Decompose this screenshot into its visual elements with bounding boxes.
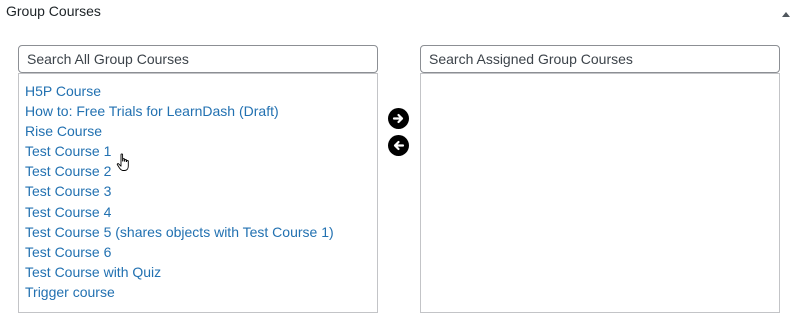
hand-pointer-icon	[116, 153, 129, 171]
all-courses-list[interactable]: H5P Course How to: Free Trials for LearnD…	[18, 73, 378, 313]
assign-course-button[interactable]	[388, 108, 409, 129]
course-option[interactable]: Test Course 5 (shares objects with Test …	[19, 222, 377, 242]
course-option[interactable]: H5P Course	[19, 81, 377, 101]
course-option[interactable]: Test Course with Quiz	[19, 262, 377, 282]
search-assigned-courses-input[interactable]	[420, 45, 780, 73]
search-all-courses-input[interactable]	[18, 45, 378, 73]
course-option[interactable]: Trigger course	[19, 282, 377, 302]
unassign-course-button[interactable]	[388, 135, 409, 156]
collapse-toggle[interactable]	[778, 6, 794, 22]
course-option[interactable]: Test Course 2	[19, 161, 377, 181]
course-option[interactable]: Test Course 1	[19, 141, 377, 161]
course-option[interactable]: Test Course 6	[19, 242, 377, 262]
course-option[interactable]: How to: Free Trials for LearnDash (Draft…	[19, 101, 377, 121]
course-option[interactable]: Test Course 3	[19, 181, 377, 201]
course-option[interactable]: Test Course 4	[19, 202, 377, 222]
course-option[interactable]: Rise Course	[19, 121, 377, 141]
panel-title: Group Courses	[6, 3, 101, 19]
arrow-left-circle-icon	[393, 140, 405, 151]
assigned-courses-list[interactable]	[420, 73, 780, 313]
arrow-right-circle-icon	[392, 113, 404, 124]
caret-up-icon	[782, 11, 790, 17]
panel-header: Group Courses	[0, 0, 800, 26]
